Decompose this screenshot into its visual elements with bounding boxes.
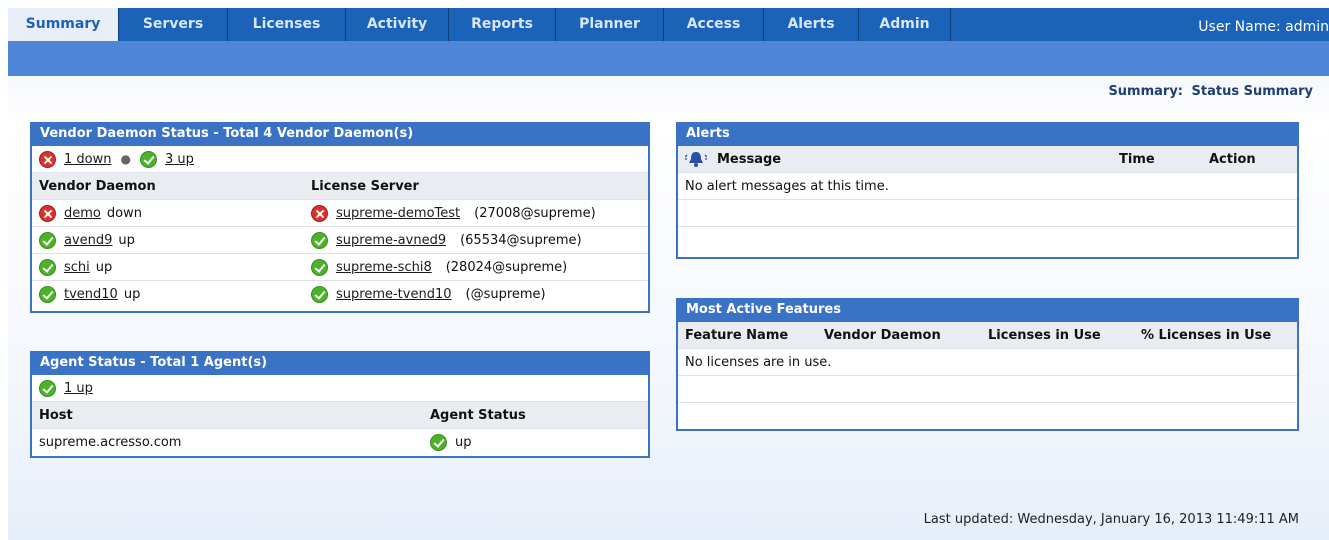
alerts-panel: Alerts Message Time Action No alert mess…	[676, 122, 1299, 259]
list-item	[678, 200, 1297, 227]
alerts-table-header: Message Time Action	[678, 146, 1297, 173]
top-navigation: Summary Servers Licenses Activity Report…	[8, 8, 1329, 41]
tab-servers[interactable]: Servers	[119, 8, 228, 41]
most-active-features-panel-title: Most Active Features	[676, 298, 1299, 322]
check-icon	[139, 150, 157, 168]
agent-summary-row: 1 up	[32, 375, 648, 402]
daemon-link[interactable]: schi	[64, 260, 90, 275]
column-header-license-server: License Server	[311, 178, 419, 194]
alerts-panel-title: Alerts	[676, 122, 1299, 146]
column-header-host: Host	[39, 407, 73, 423]
agent-status-value: up	[455, 435, 472, 450]
tab-planner[interactable]: Planner	[556, 8, 664, 41]
column-header-action: Action	[1209, 151, 1256, 167]
vendor-daemon-panel-title: Vendor Daemon Status - Total 4 Vendor Da…	[30, 122, 650, 146]
agent-status-panel-title: Agent Status - Total 1 Agent(s)	[30, 351, 650, 375]
vendor-table-header: Vendor Daemon License Server	[32, 173, 648, 200]
separator-dot: ●	[120, 152, 131, 166]
bell-icon	[685, 152, 707, 167]
list-item	[678, 376, 1297, 403]
agent-status-panel: Agent Status - Total 1 Agent(s) 1 up Hos…	[30, 351, 650, 458]
daemon-link[interactable]: demo	[64, 206, 101, 221]
tab-alerts[interactable]: Alerts	[764, 8, 859, 41]
daemon-link[interactable]: tvend10	[64, 287, 118, 302]
vendor-summary-row: 1 down ● 3 up	[32, 146, 648, 173]
tab-activity[interactable]: Activity	[346, 8, 449, 41]
column-header-message: Message	[717, 151, 782, 167]
breadcrumb: Summary: Status Summary	[1104, 84, 1313, 99]
check-icon	[311, 286, 328, 303]
features-empty-message: No licenses are in use.	[685, 354, 832, 370]
check-icon	[39, 286, 56, 303]
table-row: tvend10 up supreme-tvend10 (@supreme)	[32, 281, 648, 308]
column-header-time: Time	[1119, 151, 1155, 167]
error-icon	[39, 204, 56, 222]
agent-up-count-link[interactable]: 1 up	[64, 381, 93, 396]
check-icon	[311, 258, 328, 276]
tab-reports[interactable]: Reports	[449, 8, 556, 41]
table-row: demo down supreme-demoTest (27008@suprem…	[32, 200, 648, 227]
license-server-port: (28024@supreme)	[445, 259, 568, 275]
table-row: schi up supreme-schi8 (28024@supreme)	[32, 254, 648, 281]
up-count-link[interactable]: 3 up	[165, 152, 194, 167]
license-server-link[interactable]: supreme-demoTest	[336, 206, 460, 221]
check-icon	[311, 231, 328, 249]
column-header-percent-licenses-in-use: % Licenses in Use	[1141, 327, 1272, 343]
agent-table-header: Host Agent Status	[32, 402, 648, 429]
check-icon	[39, 231, 56, 249]
check-icon	[39, 379, 56, 397]
column-header-licenses-in-use: Licenses in Use	[988, 327, 1101, 343]
error-icon	[311, 204, 328, 222]
alerts-empty-message: No alert messages at this time.	[685, 178, 889, 194]
breadcrumb-section: Summary:	[1108, 84, 1184, 99]
features-table-header: Feature Name Vendor Daemon Licenses in U…	[678, 322, 1297, 349]
error-icon	[39, 150, 56, 168]
column-header-agent-status: Agent Status	[430, 407, 526, 423]
table-row: avend9 up supreme-avned9 (65534@supreme)	[32, 227, 648, 254]
column-header-vendor-daemon: Vendor Daemon	[39, 178, 156, 194]
breadcrumb-page: Status Summary	[1191, 84, 1313, 99]
tab-access[interactable]: Access	[664, 8, 764, 41]
check-icon	[430, 434, 447, 451]
daemon-link[interactable]: avend9	[64, 233, 112, 248]
alerts-empty-row: No alert messages at this time.	[678, 173, 1297, 200]
daemon-state: down	[106, 205, 142, 221]
license-server-link[interactable]: supreme-schi8	[336, 260, 432, 275]
vendor-daemon-panel: Vendor Daemon Status - Total 4 Vendor Da…	[30, 122, 650, 313]
list-item	[678, 227, 1297, 254]
tab-licenses[interactable]: Licenses	[228, 8, 346, 41]
license-server-port: (65534@supreme)	[460, 232, 582, 248]
check-icon	[39, 258, 56, 276]
daemon-state: up	[123, 287, 141, 302]
license-server-port: (@supreme)	[465, 287, 546, 302]
most-active-features-panel: Most Active Features Feature Name Vendor…	[676, 298, 1299, 431]
daemon-state: up	[118, 232, 135, 248]
tab-summary[interactable]: Summary	[8, 8, 119, 41]
features-empty-row: No licenses are in use.	[678, 349, 1297, 376]
column-header-feature-name: Feature Name	[685, 327, 789, 343]
tab-admin[interactable]: Admin	[859, 8, 951, 41]
down-count-link[interactable]: 1 down	[64, 152, 111, 167]
license-server-port: (27008@supreme)	[474, 205, 596, 221]
column-header-vendor-daemon: Vendor Daemon	[824, 327, 941, 343]
agent-host: supreme.acresso.com	[39, 435, 182, 450]
user-name-label: User Name: admin	[1198, 18, 1329, 35]
license-server-link[interactable]: supreme-avned9	[336, 233, 446, 248]
list-item	[678, 403, 1297, 430]
last-updated-timestamp: Last updated: Wednesday, January 16, 201…	[923, 512, 1299, 527]
table-row: supreme.acresso.com up	[32, 429, 648, 456]
sub-navigation-bar	[8, 41, 1329, 76]
license-server-link[interactable]: supreme-tvend10	[336, 287, 452, 302]
daemon-state: up	[95, 259, 113, 275]
